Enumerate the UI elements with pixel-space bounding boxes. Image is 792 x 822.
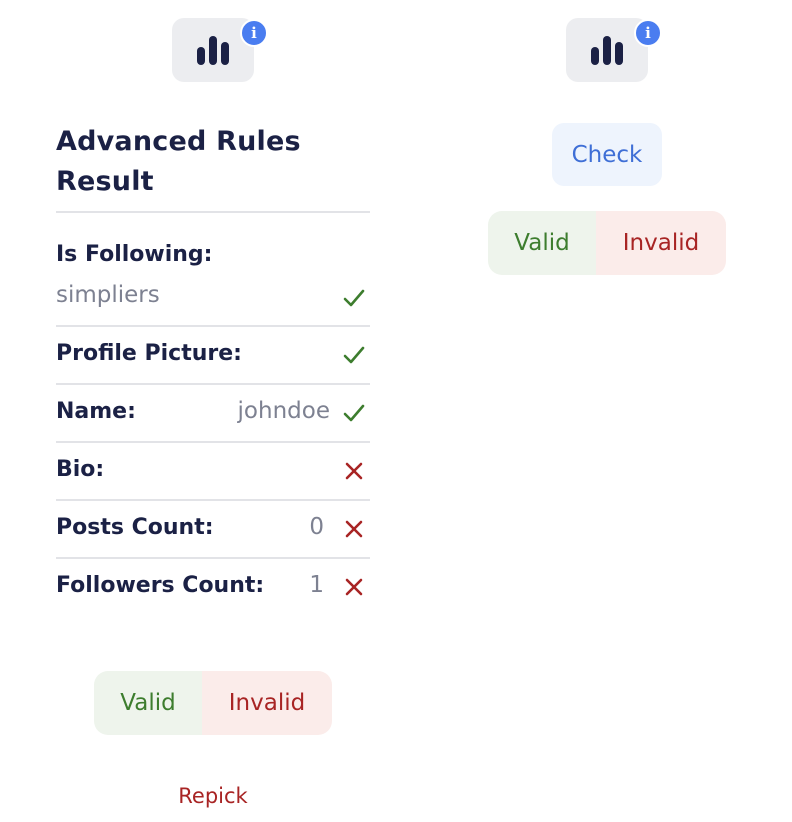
row-divider <box>56 325 370 327</box>
rule-value-followers-count: 1 <box>309 572 324 598</box>
title-divider <box>56 211 370 213</box>
row-divider <box>56 441 370 443</box>
stats-button-right[interactable]: i <box>566 18 662 82</box>
row-divider <box>56 383 370 385</box>
bar-chart-icon <box>591 36 623 65</box>
row-divider <box>56 499 370 501</box>
invalid-button[interactable]: Invalid <box>202 671 332 735</box>
cross-icon <box>345 520 363 538</box>
stats-button-left[interactable]: i <box>172 18 268 82</box>
rule-label-followers-count: Followers Count: <box>56 573 265 598</box>
checkmark-icon <box>343 289 365 307</box>
rule-label-is-following: Is Following: <box>56 242 213 267</box>
cross-icon <box>345 462 363 480</box>
info-icon[interactable]: i <box>634 19 662 47</box>
row-divider <box>56 557 370 559</box>
page-title: Advanced Rules Result <box>56 126 301 197</box>
valid-invalid-toggle-right: Valid Invalid <box>488 211 726 275</box>
cross-icon <box>345 578 363 596</box>
check-button[interactable]: Check <box>552 123 662 186</box>
repick-link[interactable]: Repick <box>150 784 276 808</box>
checkmark-icon <box>343 346 365 364</box>
info-icon[interactable]: i <box>240 19 268 47</box>
valid-invalid-toggle-left: Valid Invalid <box>94 671 332 735</box>
rule-value-posts-count: 0 <box>309 514 324 540</box>
invalid-button[interactable]: Invalid <box>596 211 726 275</box>
rule-label-name: Name: <box>56 399 136 424</box>
rule-label-profile-picture: Profile Picture: <box>56 341 242 366</box>
valid-button[interactable]: Valid <box>488 211 596 275</box>
rule-value-name: johndoe <box>237 398 330 424</box>
bar-chart-icon <box>197 36 229 65</box>
checkmark-icon <box>343 404 365 422</box>
rule-label-bio: Bio: <box>56 457 105 482</box>
rule-value-is-following: simpliers <box>56 282 160 308</box>
valid-button[interactable]: Valid <box>94 671 202 735</box>
rule-label-posts-count: Posts Count: <box>56 515 214 540</box>
